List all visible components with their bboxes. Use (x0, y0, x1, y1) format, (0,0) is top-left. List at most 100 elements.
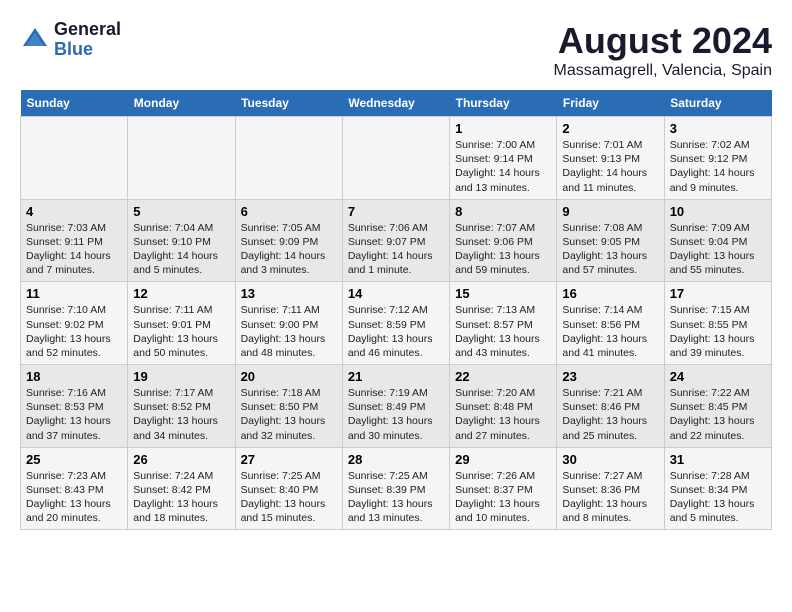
calendar-cell: 12 Sunrise: 7:11 AM Sunset: 9:01 PM Dayli… (128, 282, 235, 365)
day-number: 22 (455, 369, 551, 384)
calendar-cell: 28Sunrise: 7:25 AM Sunset: 8:39 PM Dayli… (342, 447, 449, 530)
calendar-cell: 20 Sunrise: 7:18 AM Sunset: 8:50 PM Dayli… (235, 365, 342, 448)
day-number: 25 (26, 452, 122, 467)
cell-sun-info: Sunrise: 7:22 AM Sunset: 8:45 PM Dayligh… (670, 386, 766, 443)
weekday-header: Sunday (21, 90, 128, 117)
logo: General Blue (20, 20, 121, 60)
day-number: 7 (348, 204, 444, 219)
day-number: 15 (455, 286, 551, 301)
calendar-cell: 25 Sunrise: 7:23 AM Sunset: 8:43 PM Dayli… (21, 447, 128, 530)
day-number: 23 (562, 369, 658, 384)
logo-icon (20, 25, 50, 55)
weekday-header-row: SundayMondayTuesdayWednesdayThursdayFrid… (21, 90, 772, 117)
cell-sun-info: Sunrise: 7:25 AM Sunset: 8:40 PM Dayligh… (241, 469, 337, 526)
day-number: 31 (670, 452, 766, 467)
cell-sun-info: Sunrise: 7:11 AM Sunset: 9:01 PM Dayligh… (133, 303, 229, 360)
calendar-cell: 8 Sunrise: 7:07 AM Sunset: 9:06 PM Daylig… (450, 199, 557, 282)
cell-sun-info: Sunrise: 7:02 AM Sunset: 9:12 PM Dayligh… (670, 138, 766, 195)
logo-line1: General (54, 20, 121, 40)
weekday-header: Monday (128, 90, 235, 117)
calendar-cell: 26Sunrise: 7:24 AM Sunset: 8:42 PM Dayli… (128, 447, 235, 530)
cell-sun-info: Sunrise: 7:17 AM Sunset: 8:52 PM Dayligh… (133, 386, 229, 443)
cell-sun-info: Sunrise: 7:25 AM Sunset: 8:39 PM Dayligh… (348, 469, 444, 526)
cell-sun-info: Sunrise: 7:19 AM Sunset: 8:49 PM Dayligh… (348, 386, 444, 443)
cell-sun-info: Sunrise: 7:27 AM Sunset: 8:36 PM Dayligh… (562, 469, 658, 526)
cell-sun-info: Sunrise: 7:13 AM Sunset: 8:57 PM Dayligh… (455, 303, 551, 360)
calendar-cell: 5Sunrise: 7:04 AM Sunset: 9:10 PM Daylig… (128, 199, 235, 282)
cell-sun-info: Sunrise: 7:21 AM Sunset: 8:46 PM Dayligh… (562, 386, 658, 443)
cell-sun-info: Sunrise: 7:12 AM Sunset: 8:59 PM Dayligh… (348, 303, 444, 360)
cell-sun-info: Sunrise: 7:06 AM Sunset: 9:07 PM Dayligh… (348, 221, 444, 278)
cell-sun-info: Sunrise: 7:26 AM Sunset: 8:37 PM Dayligh… (455, 469, 551, 526)
calendar-cell: 10 Sunrise: 7:09 AM Sunset: 9:04 PM Dayli… (664, 199, 771, 282)
cell-sun-info: Sunrise: 7:16 AM Sunset: 8:53 PM Dayligh… (26, 386, 122, 443)
calendar-cell: 13 Sunrise: 7:11 AM Sunset: 9:00 PM Dayli… (235, 282, 342, 365)
calendar-cell: 7 Sunrise: 7:06 AM Sunset: 9:07 PM Daylig… (342, 199, 449, 282)
calendar-table: SundayMondayTuesdayWednesdayThursdayFrid… (20, 90, 772, 530)
calendar-week-row: 4Sunrise: 7:03 AM Sunset: 9:11 PM Daylig… (21, 199, 772, 282)
calendar-cell (342, 117, 449, 200)
day-number: 11 (26, 286, 122, 301)
day-number: 21 (348, 369, 444, 384)
calendar-cell: 11 Sunrise: 7:10 AM Sunset: 9:02 PM Dayli… (21, 282, 128, 365)
day-number: 6 (241, 204, 337, 219)
day-number: 24 (670, 369, 766, 384)
cell-sun-info: Sunrise: 7:20 AM Sunset: 8:48 PM Dayligh… (455, 386, 551, 443)
calendar-cell (128, 117, 235, 200)
calendar-cell: 18 Sunrise: 7:16 AM Sunset: 8:53 PM Dayli… (21, 365, 128, 448)
cell-sun-info: Sunrise: 7:00 AM Sunset: 9:14 PM Dayligh… (455, 138, 551, 195)
cell-sun-info: Sunrise: 7:05 AM Sunset: 9:09 PM Dayligh… (241, 221, 337, 278)
day-number: 27 (241, 452, 337, 467)
calendar-cell: 21 Sunrise: 7:19 AM Sunset: 8:49 PM Dayli… (342, 365, 449, 448)
cell-sun-info: Sunrise: 7:10 AM Sunset: 9:02 PM Dayligh… (26, 303, 122, 360)
day-number: 10 (670, 204, 766, 219)
cell-sun-info: Sunrise: 7:11 AM Sunset: 9:00 PM Dayligh… (241, 303, 337, 360)
cell-sun-info: Sunrise: 7:18 AM Sunset: 8:50 PM Dayligh… (241, 386, 337, 443)
calendar-cell: 27 Sunrise: 7:25 AM Sunset: 8:40 PM Dayli… (235, 447, 342, 530)
day-number: 8 (455, 204, 551, 219)
calendar-cell: 22 Sunrise: 7:20 AM Sunset: 8:48 PM Dayli… (450, 365, 557, 448)
calendar-cell: 4Sunrise: 7:03 AM Sunset: 9:11 PM Daylig… (21, 199, 128, 282)
calendar-week-row: 18 Sunrise: 7:16 AM Sunset: 8:53 PM Dayli… (21, 365, 772, 448)
calendar-cell: 6 Sunrise: 7:05 AM Sunset: 9:09 PM Daylig… (235, 199, 342, 282)
location: Massamagrell, Valencia, Spain (554, 62, 772, 80)
day-number: 14 (348, 286, 444, 301)
day-number: 5 (133, 204, 229, 219)
day-number: 20 (241, 369, 337, 384)
day-number: 9 (562, 204, 658, 219)
calendar-cell: 31 Sunrise: 7:28 AM Sunset: 8:34 PM Dayli… (664, 447, 771, 530)
cell-sun-info: Sunrise: 7:07 AM Sunset: 9:06 PM Dayligh… (455, 221, 551, 278)
calendar-cell: 23 Sunrise: 7:21 AM Sunset: 8:46 PM Dayli… (557, 365, 664, 448)
cell-sun-info: Sunrise: 7:23 AM Sunset: 8:43 PM Dayligh… (26, 469, 122, 526)
day-number: 30 (562, 452, 658, 467)
calendar-cell: 15 Sunrise: 7:13 AM Sunset: 8:57 PM Dayli… (450, 282, 557, 365)
cell-sun-info: Sunrise: 7:03 AM Sunset: 9:11 PM Dayligh… (26, 221, 122, 278)
day-number: 17 (670, 286, 766, 301)
calendar-cell (235, 117, 342, 200)
calendar-cell (21, 117, 128, 200)
cell-sun-info: Sunrise: 7:09 AM Sunset: 9:04 PM Dayligh… (670, 221, 766, 278)
day-number: 1 (455, 121, 551, 136)
title-block: August 2024 Massamagrell, Valencia, Spai… (554, 20, 772, 80)
calendar-cell: 1 Sunrise: 7:00 AM Sunset: 9:14 PM Daylig… (450, 117, 557, 200)
day-number: 18 (26, 369, 122, 384)
cell-sun-info: Sunrise: 7:14 AM Sunset: 8:56 PM Dayligh… (562, 303, 658, 360)
cell-sun-info: Sunrise: 7:24 AM Sunset: 8:42 PM Dayligh… (133, 469, 229, 526)
calendar-cell: 29Sunrise: 7:26 AM Sunset: 8:37 PM Dayli… (450, 447, 557, 530)
cell-sun-info: Sunrise: 7:28 AM Sunset: 8:34 PM Dayligh… (670, 469, 766, 526)
day-number: 3 (670, 121, 766, 136)
calendar-week-row: 25 Sunrise: 7:23 AM Sunset: 8:43 PM Dayli… (21, 447, 772, 530)
day-number: 16 (562, 286, 658, 301)
weekday-header: Tuesday (235, 90, 342, 117)
weekday-header: Thursday (450, 90, 557, 117)
month-title: August 2024 (554, 20, 772, 62)
calendar-cell: 3 Sunrise: 7:02 AM Sunset: 9:12 PM Daylig… (664, 117, 771, 200)
day-number: 19 (133, 369, 229, 384)
calendar-cell: 14 Sunrise: 7:12 AM Sunset: 8:59 PM Dayli… (342, 282, 449, 365)
day-number: 12 (133, 286, 229, 301)
day-number: 13 (241, 286, 337, 301)
logo-line2: Blue (54, 40, 121, 60)
weekday-header: Friday (557, 90, 664, 117)
day-number: 2 (562, 121, 658, 136)
cell-sun-info: Sunrise: 7:15 AM Sunset: 8:55 PM Dayligh… (670, 303, 766, 360)
